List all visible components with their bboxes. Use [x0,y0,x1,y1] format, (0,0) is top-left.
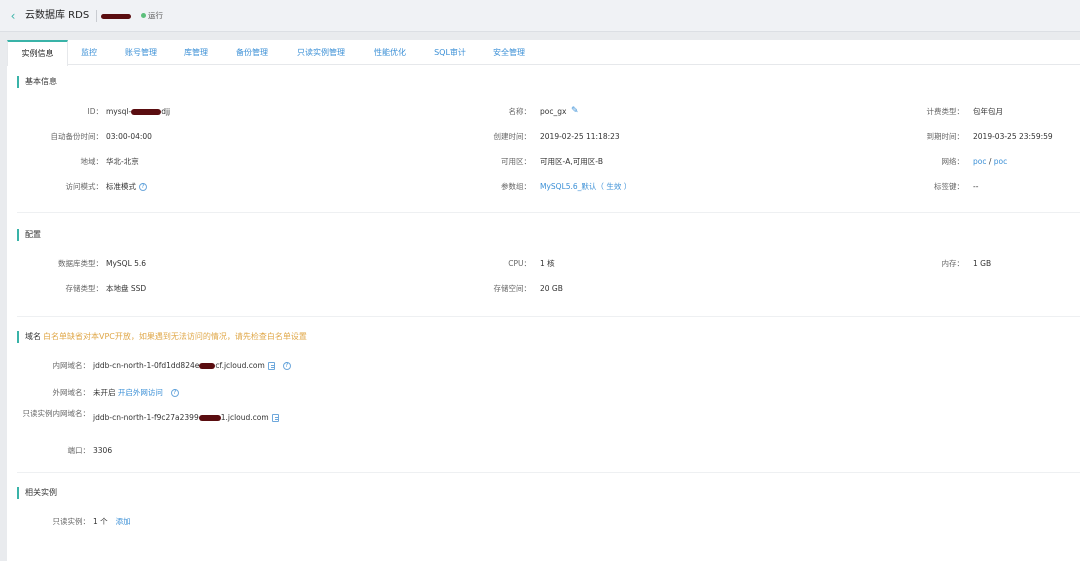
tab-databases[interactable]: 库管理 [180,40,212,65]
storage-type-value: 本地盘 SSD [106,284,147,293]
external-domain-label: 外网域名： [52,388,91,397]
tab-readonly-instances[interactable]: 只读实例管理 [292,40,350,65]
copy-icon[interactable] [267,362,275,370]
billing-value: 包年包月 [973,107,1003,116]
access-mode-value: 标准模式? [106,182,147,192]
network-vpc-link[interactable]: poc [973,157,986,166]
storage-space-value: 20 GB [540,284,563,293]
redacted-id [131,109,162,115]
question-circle-icon[interactable]: ? [282,362,291,370]
enable-external-link[interactable]: 开启外网访问 [118,388,163,397]
redacted-domain [199,363,216,369]
backup-time-value: 03:00-04:00 [106,132,152,141]
readonly-domain-prefix: jddb-cn-north-1-f9c27a2399 [93,413,199,422]
section-title-domain: 域名 白名单缺省对本VPC开放，如果遇到无法访问的情况，请先检查白名单设置 [17,331,307,343]
db-type-value: MySQL 5.6 [106,259,147,268]
tab-backups[interactable]: 备份管理 [232,40,272,65]
header-bar: ‹ 云数据库 RDS 运行 [0,0,1080,32]
main-panel: 实例信息 监控 账号管理 库管理 备份管理 只读实例管理 性能优化 SQL审计 … [7,40,1080,561]
storage-type-label: 存储类型： [65,284,104,293]
network-value: poc / poc [973,157,1007,167]
cpu-value: 1 核 [540,259,555,268]
readonly-instances-label: 只读实例： [52,517,91,526]
back-arrow-icon[interactable]: ‹ [7,9,19,23]
page-title: 云数据库 RDS [25,10,90,21]
network-label: 网络： [941,157,965,166]
tab-bar: 实例信息 监控 账号管理 库管理 备份管理 只读实例管理 性能优化 SQL审计 … [7,40,1080,66]
readonly-instances-value: 1 个添加 [93,517,131,527]
tab-security[interactable]: 安全管理 [489,40,529,65]
id-value: mysql-djj [106,107,170,117]
param-group-label: 参数组： [501,182,531,191]
port-label: 端口： [67,446,91,455]
id-suffix: djj [161,107,171,116]
external-domain-status: 未开启 [93,388,116,397]
status-text: 运行 [148,11,163,20]
tab-performance[interactable]: 性能优化 [370,40,410,65]
expire-value: 2019-03-25 23:59:59 [973,132,1053,141]
billing-label: 计费类型： [926,107,965,116]
section-title-basic: 基本信息 [17,76,57,88]
name-label: 名称： [508,107,532,116]
readonly-count: 1 个 [93,517,108,526]
param-group-link[interactable]: MySQL5.6_默认（ 生效 ） [540,182,631,192]
section-title-related: 相关实例 [17,487,57,499]
readonly-domain-value: jddb-cn-north-1-f9c27a2399 1.jcloud.com [93,413,279,423]
id-label: ID： [87,107,104,116]
network-separator: / [986,157,994,166]
name-value: poc_gx [540,107,567,116]
status-dot-icon [141,13,146,18]
tag-label: 标签键： [934,182,964,191]
internal-domain-suffix: cf.jcloud.com [215,361,265,370]
tab-accounts[interactable]: 账号管理 [121,40,161,65]
tag-value: -- [973,182,979,191]
expire-label: 到期时间： [926,132,965,141]
internal-domain-label: 内网域名： [52,361,91,370]
whitelist-note: 白名单缺省对本VPC开放，如果遇到无法访问的情况，请先检查白名单设置 [43,332,307,341]
add-readonly-link[interactable]: 添加 [116,517,131,526]
title-divider [96,10,97,22]
readonly-domain-label: 只读实例内网域名： [22,409,91,418]
created-label: 创建时间： [493,132,532,141]
domain-title-text: 域名 [25,332,41,341]
cpu-label: CPU： [508,259,531,268]
readonly-domain-suffix: 1.jcloud.com [220,413,269,422]
memory-value: 1 GB [973,259,992,268]
edit-name-pencil-icon[interactable]: ✎ [571,106,579,116]
question-circle-icon[interactable]: ? [170,389,179,397]
access-mode-label: 访问模式： [65,182,104,191]
storage-space-label: 存储空间： [493,284,532,293]
access-mode-text: 标准模式 [106,182,136,191]
network-subnet-link[interactable]: poc [994,157,1007,166]
section-divider [17,472,1080,473]
internal-domain-value: jddb-cn-north-1-0fd1dd824e cf.jcloud.com? [93,361,291,371]
tab-instance-info[interactable]: 实例信息 [7,40,68,66]
external-domain-value: 未开启 开启外网访问? [93,388,179,398]
port-value: 3306 [93,446,113,455]
az-value: 可用区-A,可用区-B [540,157,604,166]
redacted-instance-name [101,14,131,19]
created-value: 2019-02-25 11:18:23 [540,132,620,141]
section-title-config: 配置 [17,229,41,241]
memory-label: 内存： [941,259,965,268]
id-prefix: mysql- [106,107,132,116]
tab-sql-audit[interactable]: SQL审计 [430,40,470,65]
region-label: 地域： [80,157,104,166]
question-circle-icon[interactable]: ? [139,183,147,191]
az-label: 可用区： [501,157,531,166]
internal-domain-prefix: jddb-cn-north-1-0fd1dd824e [93,361,200,370]
region-value: 华北-北京 [106,157,139,166]
redacted-domain [198,415,221,421]
section-divider [17,316,1080,317]
tab-monitor[interactable]: 监控 [77,40,101,65]
section-divider [17,212,1080,213]
backup-time-label: 自动备份时间： [50,132,104,141]
db-type-label: 数据库类型： [58,259,103,268]
copy-icon[interactable] [271,414,279,422]
